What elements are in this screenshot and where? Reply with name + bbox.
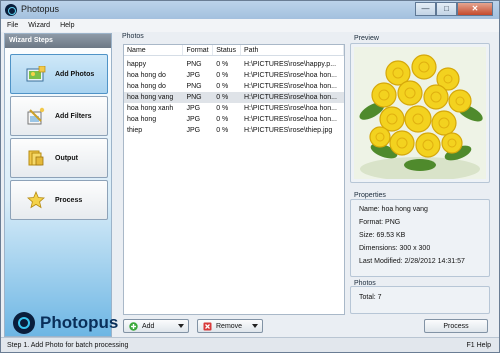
- brand-logo: Photopus: [13, 312, 118, 334]
- row-format: JPG: [186, 127, 201, 134]
- row-name: happy: [127, 61, 147, 68]
- row-name: thiep: [127, 127, 143, 134]
- step-process-button[interactable]: Process: [10, 180, 108, 220]
- remove-button[interactable]: Remove: [197, 319, 263, 333]
- property-size: Size: 69.53 KB: [359, 232, 406, 239]
- table-row-selected[interactable]: hoa hong vang PNG 0 % H:\PICTURES\rose\h…: [124, 92, 344, 103]
- row-path: H:\PICTURES\rose\hoa hon...: [243, 83, 337, 90]
- list-body: happy PNG 0 % H:\PICTURES\rose\happy.p..…: [124, 56, 344, 136]
- row-name: hoa hong: [127, 116, 157, 123]
- row-format: PNG: [186, 61, 202, 68]
- row-format: JPG: [186, 105, 201, 112]
- row-format: PNG: [186, 94, 202, 101]
- table-row[interactable]: hoa hong xanh JPG 0 % H:\PICTURES\rose\h…: [124, 103, 344, 114]
- photopus-logo-icon: [13, 312, 35, 334]
- photos-summary-panel: Total: 7: [350, 286, 490, 314]
- row-format: JPG: [186, 72, 201, 79]
- properties-panel: Name: hoa hong vang Format: PNG Size: 69…: [350, 199, 490, 277]
- menu-file[interactable]: File: [7, 19, 18, 32]
- row-path: H:\PICTURES\rose\hoa hon...: [243, 94, 337, 101]
- add-icon: [129, 321, 138, 331]
- row-path: H:\PICTURES\rose\hoa hon...: [243, 105, 337, 112]
- add-photos-icon: [25, 64, 47, 84]
- add-dropdown-arrow-icon[interactable]: [178, 324, 184, 328]
- table-row[interactable]: thiep JPG 0 % H:\PICTURES\rose\thiep.jpg: [124, 125, 344, 136]
- row-status: 0 %: [216, 127, 229, 134]
- step-add-photos-button[interactable]: Add Photos: [10, 54, 108, 94]
- property-format: Format: PNG: [359, 219, 401, 226]
- process-button-label: Process: [443, 322, 469, 330]
- step-process-label: Process: [55, 196, 83, 204]
- table-row[interactable]: happy PNG 0 % H:\PICTURES\rose\happy.p..…: [124, 59, 344, 70]
- preview-title: Preview: [354, 35, 379, 42]
- logo-text: Photopus: [40, 313, 119, 332]
- remove-icon: [203, 322, 212, 330]
- table-row[interactable]: hoa hong do PNG 0 % H:\PICTURES\rose\hoa…: [124, 81, 344, 92]
- photos-list[interactable]: Name Format Status Path happy PNG 0 % H:…: [123, 44, 345, 315]
- step-add-photos-label: Add Photos: [55, 70, 95, 78]
- output-folder-icon: [25, 148, 47, 168]
- column-header-format[interactable]: Format: [183, 45, 214, 55]
- step-add-filters-button[interactable]: Add Filters: [10, 96, 108, 136]
- menu-wizard[interactable]: Wizard: [28, 19, 50, 32]
- table-row[interactable]: hoa hong do JPG 0 % H:\PICTURES\rose\hoa…: [124, 70, 344, 81]
- close-button[interactable]: ✕: [457, 2, 493, 16]
- row-status: 0 %: [216, 83, 229, 90]
- row-name: hoa hong vang: [127, 94, 174, 101]
- row-status: 0 %: [216, 72, 229, 79]
- step-output-label: Output: [55, 154, 78, 162]
- window-controls: — □ ✕: [415, 2, 493, 16]
- column-header-path[interactable]: Path: [241, 45, 344, 55]
- property-dimensions: Dimensions: 300 x 300: [359, 245, 431, 252]
- list-header: Name Format Status Path: [124, 45, 344, 56]
- preview-image: [354, 47, 486, 179]
- photos-total: Total: 7: [359, 294, 382, 301]
- star-icon: [25, 190, 47, 210]
- row-status: 0 %: [216, 105, 229, 112]
- wizard-sidebar: Wizard Steps Add Photos Add Filters Outp…: [4, 33, 118, 337]
- add-button[interactable]: Add: [123, 319, 189, 333]
- window-title: Photopus: [21, 4, 60, 14]
- row-path: H:\PICTURES\rose\hoa hon...: [243, 116, 337, 123]
- title-bar: Photopus — □ ✕: [1, 1, 499, 19]
- photos-group: Photos Name Format Status Path happy PNG…: [120, 33, 345, 317]
- row-format: JPG: [186, 116, 201, 123]
- app-logo-icon: [5, 4, 17, 16]
- row-path: H:\PICTURES\rose\happy.p...: [243, 61, 337, 68]
- property-last-modified: Last Modified: 2/28/2012 14:31:57: [359, 258, 465, 265]
- row-path: H:\PICTURES\rose\hoa hon...: [243, 72, 337, 79]
- row-status: 0 %: [216, 94, 229, 101]
- add-filters-icon: [25, 106, 47, 126]
- table-row[interactable]: hoa hong JPG 0 % H:\PICTURES\rose\hoa ho…: [124, 114, 344, 125]
- maximize-button[interactable]: □: [436, 2, 457, 16]
- status-help-hint: F1 Help: [466, 342, 491, 349]
- photos-group-title: Photos: [122, 33, 144, 40]
- properties-title: Properties: [354, 192, 386, 199]
- column-header-name[interactable]: Name: [124, 45, 184, 55]
- row-name: hoa hong do: [127, 83, 166, 90]
- row-name: hoa hong do: [127, 72, 166, 79]
- remove-button-label: Remove: [216, 322, 243, 330]
- menu-help[interactable]: Help: [60, 19, 74, 32]
- sidebar-header: Wizard Steps: [5, 34, 111, 48]
- minimize-button[interactable]: —: [415, 2, 436, 16]
- step-output-button[interactable]: Output: [10, 138, 108, 178]
- row-path: H:\PICTURES\rose\thiep.jpg: [243, 127, 333, 134]
- step-add-filters-label: Add Filters: [55, 112, 92, 120]
- remove-dropdown-arrow-icon[interactable]: [252, 324, 258, 328]
- row-format: PNG: [186, 83, 202, 90]
- preview-panel: [350, 43, 490, 183]
- menu-bar: File Wizard Help: [1, 19, 499, 32]
- row-status: 0 %: [216, 116, 229, 123]
- app-window: Photopus — □ ✕ File Wizard Help Wizard S…: [0, 0, 500, 353]
- status-bar: Step 1. Add Photo for batch processing F…: [1, 337, 499, 352]
- row-status: 0 %: [216, 61, 229, 68]
- process-button[interactable]: Process: [424, 319, 488, 333]
- status-message: Step 1. Add Photo for batch processing: [7, 342, 129, 349]
- row-name: hoa hong xanh: [127, 105, 174, 112]
- property-name: Name: hoa hong vang: [359, 206, 428, 213]
- add-button-label: Add: [142, 322, 155, 330]
- column-header-status[interactable]: Status: [213, 45, 241, 55]
